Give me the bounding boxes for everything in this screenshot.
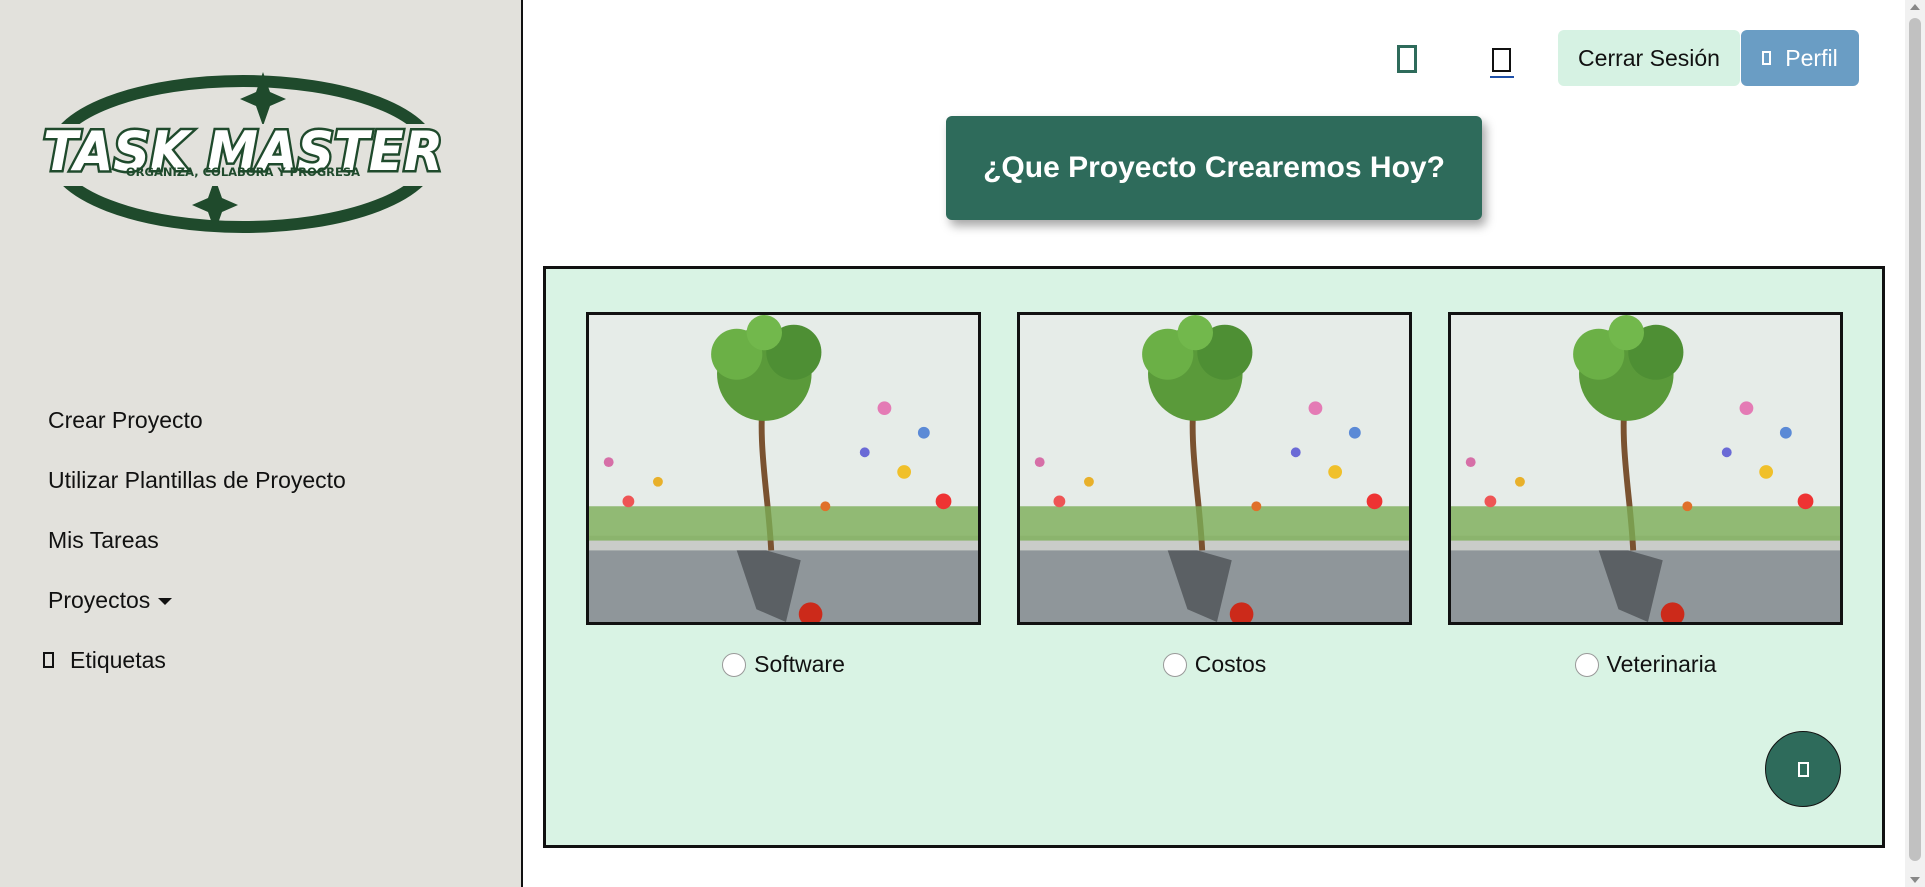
template-image[interactable]: [586, 312, 981, 625]
vertical-scrollbar[interactable]: [1905, 0, 1925, 887]
sidebar-item-label: Utilizar Plantillas de Proyecto: [48, 466, 346, 493]
sidebar-item-proyectos-dropdown[interactable]: Proyectos: [48, 570, 346, 630]
template-label: Veterinaria: [1606, 651, 1717, 677]
template-card-software[interactable]: Software: [586, 312, 981, 678]
sidebar-item-label: Mis Tareas: [48, 526, 159, 553]
scroll-down-icon[interactable]: [1910, 877, 1920, 883]
profile-button-label: Perfil: [1785, 44, 1838, 71]
messages-icon[interactable]: [1492, 48, 1511, 72]
task-master-logo[interactable]: TASK MASTER ORGANIZA, COLABORA Y PROGRES…: [30, 62, 460, 242]
template-image[interactable]: [1448, 312, 1843, 625]
sidebar-item-label: Etiquetas: [70, 646, 166, 673]
notifications-icon[interactable]: [1397, 45, 1417, 73]
template-label: Costos: [1194, 651, 1267, 677]
messages-icon-underline: [1490, 76, 1514, 78]
template-option[interactable]: Costos: [1017, 651, 1412, 678]
add-icon: [1797, 761, 1809, 777]
main-content: Cerrar Sesión Perfil ¿Que Proyecto Crear…: [525, 0, 1905, 887]
sidebar-item-label: Proyectos: [48, 586, 151, 613]
template-card-veterinaria[interactable]: Veterinaria: [1448, 312, 1843, 678]
scroll-up-icon[interactable]: [1910, 4, 1920, 10]
sidebar: TASK MASTER ORGANIZA, COLABORA Y PROGRES…: [0, 0, 523, 887]
tag-icon: [43, 652, 54, 668]
template-card-costos[interactable]: Costos: [1017, 312, 1412, 678]
hero-banner: ¿Que Proyecto Crearemos Hoy?: [946, 116, 1482, 220]
template-option[interactable]: Veterinaria: [1448, 651, 1843, 678]
profile-button[interactable]: Perfil: [1741, 30, 1859, 86]
scrollbar-thumb[interactable]: [1909, 18, 1921, 861]
svg-text:ORGANIZA, COLABORA Y PROGRESA: ORGANIZA, COLABORA Y PROGRESA: [126, 165, 360, 179]
sidebar-item-plantillas[interactable]: Utilizar Plantillas de Proyecto: [48, 450, 346, 510]
template-option[interactable]: Software: [586, 651, 981, 678]
sidebar-nav: Crear Proyecto Utilizar Plantillas de Pr…: [43, 390, 346, 690]
caret-down-icon: [158, 597, 173, 605]
sidebar-item-etiquetas[interactable]: Etiquetas: [43, 630, 346, 690]
logout-button[interactable]: Cerrar Sesión: [1558, 30, 1740, 86]
template-radio[interactable]: [1574, 652, 1599, 677]
user-icon: [1762, 51, 1772, 65]
template-label: Software: [754, 651, 845, 677]
template-radio[interactable]: [722, 652, 747, 677]
floating-action-button[interactable]: [1765, 731, 1841, 807]
template-radio[interactable]: [1162, 652, 1187, 677]
template-panel: Software Costos Veterinaria: [543, 266, 1885, 848]
sidebar-item-crear-proyecto[interactable]: Crear Proyecto: [48, 390, 346, 450]
template-image[interactable]: [1017, 312, 1412, 625]
sidebar-item-label: Crear Proyecto: [48, 406, 203, 433]
sidebar-item-mis-tareas[interactable]: Mis Tareas: [48, 510, 346, 570]
hero-title: ¿Que Proyecto Crearemos Hoy?: [983, 151, 1445, 184]
